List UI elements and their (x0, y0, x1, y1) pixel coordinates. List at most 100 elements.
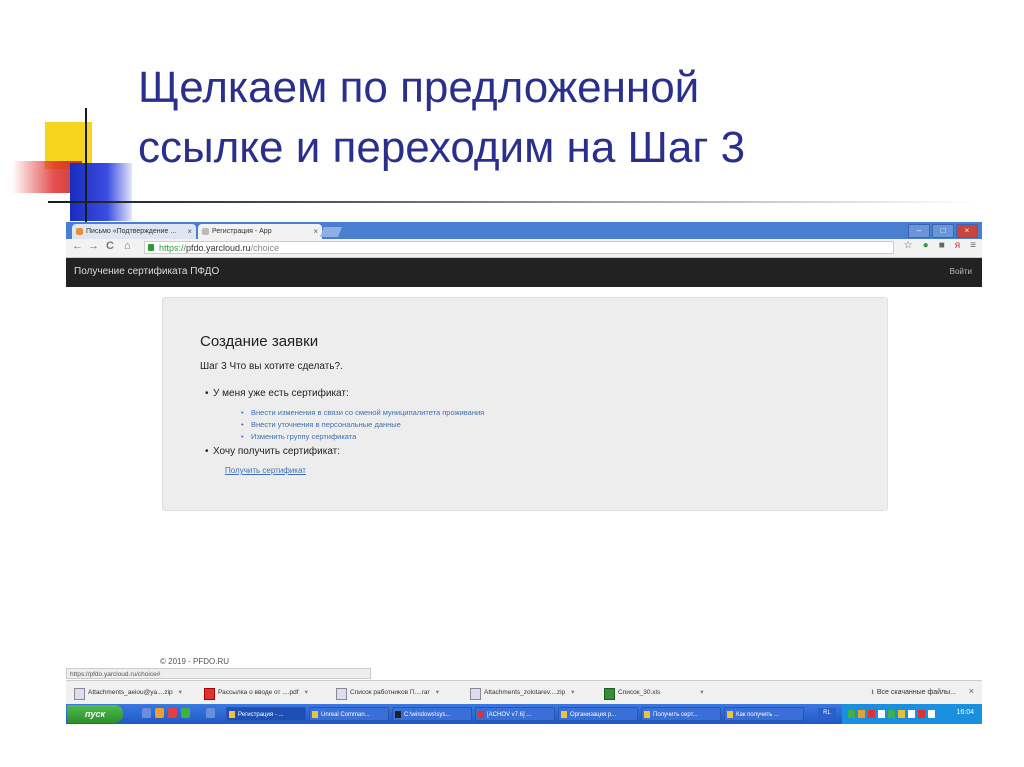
maximize-button[interactable]: □ (932, 224, 954, 238)
app-navbar: Получение сертификата ПФДО Войти (66, 258, 982, 287)
forward-arrow-icon[interactable]: → (88, 240, 99, 252)
get-certificate-link[interactable]: Получить сертификат (225, 466, 306, 475)
mail-icon (76, 228, 83, 235)
rar-icon (336, 688, 347, 700)
tab-label: Регистрация - App (212, 228, 272, 235)
window-icon (561, 711, 567, 718)
tray-icon[interactable] (868, 710, 875, 718)
tray-icon[interactable] (878, 710, 885, 718)
step-text: Шаг 3 Что вы хотите сделать?. (200, 361, 343, 372)
download-name: Список_30.xls (618, 689, 661, 696)
taskbar-label: Unreal Comman... (321, 712, 370, 718)
window-icon (312, 711, 318, 718)
language-indicator[interactable]: RL (818, 708, 836, 719)
tray-icon[interactable] (888, 710, 895, 718)
browser-toolbar: ← → C ⌂ https://pfdo.yarcloud.ru/choice … (66, 239, 982, 258)
clock: 16:04 (956, 709, 974, 716)
url-scheme: https:// (159, 243, 187, 253)
tab-label: Письмо «Подтверждение ... (86, 228, 177, 235)
taskbar-item[interactable]: Как получить ... (724, 707, 804, 721)
extension-green-icon[interactable]: ● (923, 240, 929, 251)
taskbar-label: Получить серт... (653, 712, 698, 718)
link-change-group[interactable]: Изменить группу сертификата (241, 432, 356, 441)
taskbar-item[interactable]: [ACHOV v7.6] ... (475, 707, 555, 721)
address-bar[interactable]: https://pfdo.yarcloud.ru/choice (144, 241, 894, 254)
app-brand[interactable]: Получение сертификата ПФДО (74, 266, 219, 277)
home-icon[interactable]: ⌂ (124, 240, 131, 252)
option-want-certificate: Хочу получить сертификат: (205, 446, 340, 457)
tab-close-icon[interactable]: × (313, 224, 318, 239)
download-item[interactable]: Attachments_aeiou@ya....zip ▾ (74, 687, 182, 700)
browser-icon[interactable] (168, 708, 177, 718)
new-tab-button[interactable] (320, 227, 342, 237)
browser-window: Письмо «Подтверждение ... × Регистрация … (66, 222, 982, 724)
tray-icon[interactable] (858, 710, 865, 718)
request-panel: Создание заявки Шаг 3 Что вы хотите сдел… (162, 297, 888, 511)
tray-icon[interactable] (898, 710, 905, 718)
taskbar-item[interactable]: Регистрация - ... (226, 707, 306, 721)
download-item[interactable]: Рассылка о вводе от ....pdf ▾ (204, 687, 308, 700)
option-have-certificate: У меня уже есть сертификат: (205, 388, 349, 399)
download-name: Рассылка о вводе от ....pdf (218, 689, 299, 696)
window-icon (478, 711, 484, 718)
bookmark-star-icon[interactable]: ☆ (904, 240, 913, 251)
page-icon (202, 228, 209, 235)
link-update-personal-data[interactable]: Внести уточнения в персональные данные (241, 420, 401, 429)
camera-icon[interactable]: ■ (939, 240, 945, 251)
download-item[interactable]: Список_30.xls ▾ (604, 687, 704, 700)
volume-icon[interactable] (928, 710, 935, 718)
taskbar-label: Регистрация - ... (238, 712, 284, 718)
menu-icon[interactable]: ≡ (970, 240, 976, 251)
taskbar-label: Как получить ... (736, 712, 780, 718)
tray-icon[interactable] (848, 710, 855, 718)
windows-taskbar: пуск Регистрация - ... Unreal Comman... … (66, 704, 982, 724)
url-path: /choice (250, 243, 280, 253)
tab-mail[interactable]: Письмо «Подтверждение ... × (72, 224, 196, 239)
explorer-icon[interactable] (155, 708, 164, 718)
slide-title-line-1: Щелкаем по предложенной (138, 63, 700, 112)
taskbar-item[interactable]: C:\windows\sys... (392, 707, 472, 721)
login-link[interactable]: Войти (950, 267, 972, 276)
downloads-bar: Attachments_aeiou@ya....zip ▾ Рассылка о … (66, 680, 982, 705)
chevron-down-icon[interactable]: ▾ (179, 689, 182, 696)
taskbar-label: C:\windows\sys... (404, 712, 451, 718)
chevron-down-icon[interactable]: ▾ (305, 689, 308, 696)
tray-icon[interactable] (908, 710, 915, 718)
zip-icon (470, 688, 481, 700)
download-item[interactable]: Attachments_zolotarev....zip ▾ (470, 687, 574, 700)
window-controls: – □ × (908, 224, 978, 238)
tab-close-icon[interactable]: × (187, 224, 192, 239)
close-window-button[interactable]: × (956, 224, 978, 238)
system-tray: 16:04 (842, 704, 982, 724)
slide-title-line-2: ссылке и переходим на Шаг 3 (138, 123, 746, 172)
taskbar-item[interactable]: Организация р... (558, 707, 638, 721)
chevron-down-icon[interactable]: ▾ (571, 689, 574, 696)
download-item[interactable]: Список работников П....rar ▾ (336, 687, 439, 700)
deco-horizontal-line (48, 201, 978, 203)
start-button[interactable]: пуск (67, 705, 123, 723)
window-icon (727, 711, 733, 718)
desktop-icon[interactable] (142, 708, 151, 718)
download-arrow-icon: ⭳ (871, 689, 874, 696)
minimize-button[interactable]: – (908, 224, 930, 238)
url-host: pfdo.yarcloud.ru (186, 243, 251, 253)
yandex-icon[interactable]: я (955, 240, 960, 251)
pdf-icon (204, 688, 215, 700)
taskbar-item[interactable]: Получить серт... (641, 707, 721, 721)
link-change-municipality[interactable]: Внести изменения в связи со сменой муниц… (241, 408, 484, 417)
tab-registration[interactable]: Регистрация - App × (198, 224, 322, 239)
xls-icon (604, 688, 615, 700)
back-arrow-icon[interactable]: ← (72, 240, 83, 252)
chevron-down-icon[interactable]: ▾ (436, 689, 439, 696)
taskbar-item[interactable]: Unreal Comman... (309, 707, 389, 721)
reload-icon[interactable]: C (106, 240, 114, 252)
close-icon[interactable]: × (969, 686, 974, 696)
all-downloads-link[interactable]: ⭳ Все скачанные файлы... (871, 687, 956, 699)
tray-icon[interactable] (918, 710, 925, 718)
download-name: Attachments_aeiou@ya....zip (88, 689, 173, 696)
app-icon[interactable] (181, 708, 190, 718)
chevron-down-icon[interactable]: ▾ (700, 689, 703, 696)
quicklaunch-icon[interactable] (206, 708, 215, 718)
taskbar-label: Организация р... (570, 712, 617, 718)
download-name: Список работников П....rar (350, 689, 430, 696)
